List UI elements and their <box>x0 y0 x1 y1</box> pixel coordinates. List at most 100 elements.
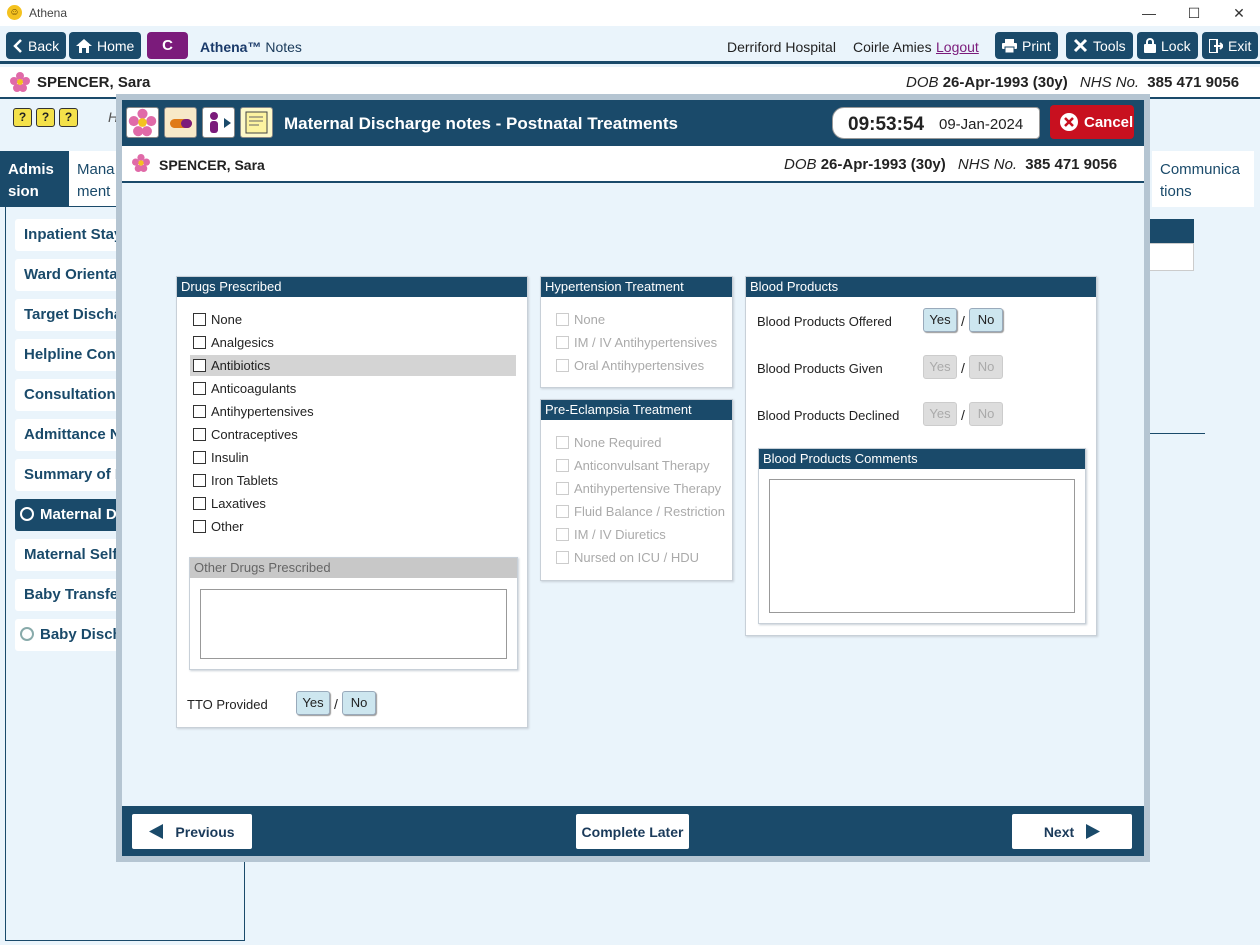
tto-no-button[interactable]: No <box>342 691 376 715</box>
checkbox-icon <box>193 428 206 441</box>
tab-admission[interactable]: Admis sion <box>0 151 69 207</box>
preeclampsia-checkbox-diuretics[interactable]: IM / IV Diuretics <box>556 527 666 542</box>
preeclampsia-checkbox-antihypertensive[interactable]: Antihypertensive Therapy <box>556 481 721 496</box>
tab-communications[interactable]: Communica tions <box>1152 151 1254 207</box>
exit-icon <box>1209 38 1223 53</box>
clock-date: 09-Jan-2024 <box>939 116 1024 133</box>
blood-given-no-button[interactable]: No <box>969 355 1003 379</box>
blood-comments-textarea[interactable] <box>769 479 1075 613</box>
drug-checkbox-antihypertensives[interactable]: Antihypertensives <box>193 404 314 419</box>
drug-checkbox-laxatives[interactable]: Laxatives <box>193 496 266 511</box>
window-title: Athena <box>29 6 68 20</box>
radio-icon <box>20 507 34 521</box>
blood-given-yes-button[interactable]: Yes <box>923 355 957 379</box>
athena-app-icon: ☺ <box>7 5 22 20</box>
hypertension-checkbox-oral[interactable]: Oral Antihypertensives <box>556 358 704 373</box>
tto-provided-label: TTO Provided <box>187 697 268 712</box>
blood-offered-yes-button[interactable]: Yes <box>923 308 957 332</box>
drug-checkbox-other[interactable]: Other <box>193 519 244 534</box>
close-window-icon[interactable]: ✕ <box>1219 2 1259 24</box>
drug-checkbox-anticoagulants[interactable]: Anticoagulants <box>193 381 296 396</box>
print-button[interactable]: Print <box>995 32 1058 59</box>
cancel-button[interactable]: Cancel <box>1050 105 1134 139</box>
logout-link[interactable]: Logout <box>936 39 979 55</box>
flower-icon[interactable] <box>126 107 159 138</box>
blood-declined-no-button[interactable]: No <box>969 402 1003 426</box>
pre-eclampsia-treatment-header: Pre-Eclampsia Treatment <box>541 400 732 420</box>
checkbox-label: None <box>574 312 606 327</box>
modal-title: Maternal Discharge notes - Postnatal Tre… <box>284 114 678 133</box>
home-button[interactable]: Home <box>69 32 142 59</box>
nhs-label: NHS No. <box>1079 74 1140 91</box>
checkbox-label: IM / IV Antihypertensives <box>574 335 718 350</box>
blood-declined-yes-button[interactable]: Yes <box>923 402 957 426</box>
home-label: Home <box>97 37 135 54</box>
previous-label: Previous <box>175 823 235 840</box>
checkbox-icon <box>556 359 569 372</box>
checkbox-icon <box>556 459 569 472</box>
back-button[interactable]: Back <box>6 32 67 59</box>
blood-declined-label: Blood Products Declined <box>757 408 900 423</box>
c-button[interactable]: C <box>147 32 188 59</box>
drug-checkbox-contraceptives[interactable]: Contraceptives <box>193 427 298 442</box>
maximize-icon[interactable]: ☐ <box>1174 2 1214 24</box>
previous-button[interactable]: Previous <box>132 814 252 849</box>
discharge-modal: Maternal Discharge notes - Postnatal Tre… <box>116 94 1150 862</box>
minimize-icon[interactable]: — <box>1129 2 1169 24</box>
help-icon[interactable]: ? <box>36 108 55 127</box>
checkbox-label: Insulin <box>211 450 249 465</box>
modal-patient-name: SPENCER, Sara <box>159 157 265 173</box>
dob-label: DOB <box>906 74 939 91</box>
nhs-label: NHS No. <box>957 156 1018 173</box>
next-button[interactable]: Next <box>1012 814 1132 849</box>
preeclampsia-checkbox-icu-hdu[interactable]: Nursed on ICU / HDU <box>556 550 699 565</box>
preeclampsia-checkbox-anticonvulsant[interactable]: Anticonvulsant Therapy <box>556 458 710 473</box>
complete-later-button[interactable]: Complete Later <box>576 814 689 849</box>
drug-checkbox-antibiotics[interactable]: Antibiotics <box>190 355 516 376</box>
exit-button[interactable]: Exit <box>1202 32 1259 59</box>
tab-management[interactable]: Mana ment <box>69 151 121 207</box>
checkbox-icon <box>193 336 206 349</box>
printer-icon <box>1002 38 1017 53</box>
hypertension-checkbox-none[interactable]: None <box>556 312 605 327</box>
other-drugs-textarea[interactable] <box>200 589 507 659</box>
help-list-icon[interactable]: ? <box>13 108 32 127</box>
help-alt-icon[interactable]: ? <box>59 108 78 127</box>
home-icon <box>76 38 92 53</box>
tools-icon <box>1073 38 1088 53</box>
blood-products-header: Blood Products <box>746 277 1096 297</box>
hypertension-checkbox-im-iv[interactable]: IM / IV Antihypertensives <box>556 335 717 350</box>
lock-button[interactable]: Lock <box>1137 32 1198 59</box>
blood-offered-label: Blood Products Offered <box>757 314 892 329</box>
drug-checkbox-analgesics[interactable]: Analgesics <box>193 335 274 350</box>
checkbox-icon <box>193 359 206 372</box>
background-cell-block <box>1145 243 1194 271</box>
patient-name: SPENCER, Sara <box>37 74 151 91</box>
hypertension-treatment-panel: Hypertension Treatment None IM / IV Anti… <box>540 276 733 388</box>
mother-baby-icon[interactable] <box>202 107 235 138</box>
checkbox-label: Antihypertensive Therapy <box>574 481 722 496</box>
drug-checkbox-iron-tablets[interactable]: Iron Tablets <box>193 473 278 488</box>
nhs-value: 385 471 9056 <box>1147 74 1240 91</box>
drug-checkbox-none[interactable]: None <box>193 312 242 327</box>
checkbox-icon <box>556 505 569 518</box>
notes-icon[interactable] <box>240 107 273 138</box>
user-name: Coirle Amies <box>853 39 932 55</box>
checkbox-label: Laxatives <box>211 496 266 511</box>
preeclampsia-checkbox-none-required[interactable]: None Required <box>556 435 661 450</box>
arrow-left-icon <box>149 824 164 839</box>
pre-eclampsia-treatment-panel: Pre-Eclampsia Treatment None Required An… <box>540 399 733 581</box>
checkbox-icon <box>193 451 206 464</box>
preeclampsia-checkbox-fluid-balance[interactable]: Fluid Balance / Restriction <box>556 504 725 519</box>
checkbox-label: Analgesics <box>211 335 274 350</box>
patient-dob-line: DOB 26-Apr-1993 (30y) NHS No. 385 471 90… <box>906 74 1239 91</box>
tto-yes-button[interactable]: Yes <box>296 691 330 715</box>
blood-offered-no-button[interactable]: No <box>969 308 1003 332</box>
medication-capsule-icon[interactable] <box>164 107 197 138</box>
tools-button[interactable]: Tools <box>1066 32 1133 59</box>
cancel-icon <box>1060 113 1078 131</box>
checkbox-icon <box>556 336 569 349</box>
drug-checkbox-insulin[interactable]: Insulin <box>193 450 249 465</box>
radio-icon <box>20 627 34 641</box>
checkbox-icon <box>556 528 569 541</box>
